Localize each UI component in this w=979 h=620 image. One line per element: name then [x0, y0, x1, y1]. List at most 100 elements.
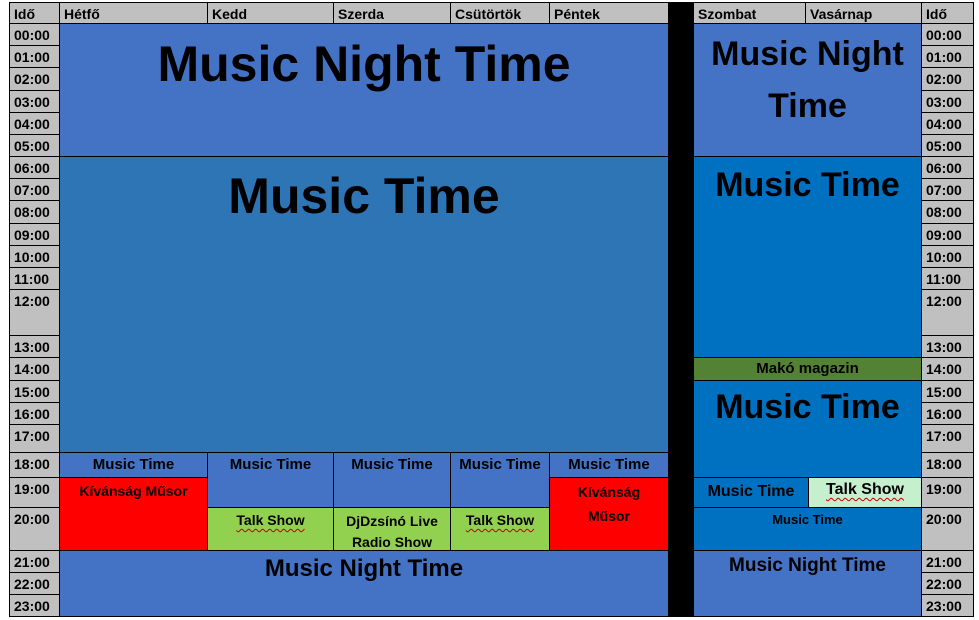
weekend-19-talk-label: Talk Show — [826, 481, 904, 498]
weekend-20-music-time: Music Time — [694, 508, 922, 551]
weekend-19-music-time: Music Time — [694, 478, 809, 508]
weekend-mako-label: Makó magazin — [756, 360, 859, 377]
time-right-16: 16:00 — [922, 403, 974, 425]
weekday-music-time-block: Music Time — [60, 157, 669, 453]
monday-18-music-time: Music Time — [60, 453, 208, 478]
time-left-09: 09:00 — [10, 224, 60, 246]
thursday-talk-label: Talk Show — [465, 512, 535, 528]
weekend-music-time-morning-label: Music Time — [715, 166, 900, 204]
weekend-night-top-label: Music Night Time — [711, 35, 904, 125]
friday-18-label: Music Time — [568, 456, 650, 473]
friday-kivansag-musor: Kívánság Műsor — [550, 478, 669, 551]
time-left-13: 13:00 — [10, 336, 60, 358]
friday-18-music-time: Music Time — [550, 453, 669, 478]
time-right-21: 21:00 — [922, 551, 974, 573]
weekend-night-bottom-block: Music Night Time — [694, 551, 922, 617]
tuesday-talk-label: Talk Show — [236, 512, 305, 528]
weekend-20-music-label: Music Time — [772, 512, 843, 527]
time-right-01: 01:00 — [922, 46, 974, 68]
header-szerda: Szerda — [334, 3, 451, 24]
time-left-12: 12:00 — [10, 290, 60, 336]
weekend-music-time-afternoon: Music Time — [694, 381, 922, 478]
time-left-14: 14:00 — [10, 358, 60, 381]
weekday-night-top-block: Music Night Time — [60, 24, 669, 157]
time-left-02: 02:00 — [10, 68, 60, 91]
wednesday-djdzsino-show: DjDzsínó Live Radio Show — [334, 508, 451, 551]
time-right-17: 17:00 — [922, 425, 974, 453]
header-kedd: Kedd — [208, 3, 334, 24]
time-right-13: 13:00 — [922, 336, 974, 358]
header-csutortok: Csütörtök — [451, 3, 550, 24]
time-left-07: 07:00 — [10, 179, 60, 201]
time-right-03: 03:00 — [922, 91, 974, 113]
time-left-15: 15:00 — [10, 381, 60, 403]
monday-kivansag-musor: Kívánság Műsor — [60, 478, 208, 551]
time-right-04: 04:00 — [922, 113, 974, 135]
thursday-18-music-time: Music Time — [451, 453, 550, 508]
time-left-00: 00:00 — [10, 24, 60, 46]
weekend-night-bottom-label: Music Night Time — [729, 555, 886, 576]
time-right-06: 06:00 — [922, 157, 974, 179]
time-right-05: 05:00 — [922, 135, 974, 157]
time-right-12: 12:00 — [922, 290, 974, 336]
time-left-04: 04:00 — [10, 113, 60, 135]
time-left-23: 23:00 — [10, 595, 60, 617]
tuesday-18-label: Music Time — [229, 456, 312, 473]
header-szombat: Szombat — [694, 3, 806, 24]
weekday-night-bottom-block: Music Night Time — [60, 551, 669, 617]
wednesday-18-music-time: Music Time — [334, 453, 451, 508]
time-right-07: 07:00 — [922, 179, 974, 201]
time-left-16: 16:00 — [10, 403, 60, 425]
time-left-05: 05:00 — [10, 135, 60, 157]
time-left-22: 22:00 — [10, 573, 60, 595]
time-right-10: 10:00 — [922, 246, 974, 268]
header-ido-left: Idő — [10, 3, 60, 24]
weekend-music-time-afternoon-label: Music Time — [715, 388, 900, 426]
time-left-03: 03:00 — [10, 91, 60, 113]
time-right-02: 02:00 — [922, 68, 974, 91]
header-hetfo: Hétfő — [60, 3, 208, 24]
monday-kivansag-label: Kívánság Műsor — [79, 483, 188, 499]
time-right-08: 08:00 — [922, 201, 974, 224]
time-right-11: 11:00 — [922, 268, 974, 290]
time-left-17: 17:00 — [10, 425, 60, 453]
time-left-20: 20:00 — [10, 508, 60, 551]
monday-18-label: Music Time — [92, 456, 175, 473]
weekday-music-time-label: Music Time — [228, 168, 500, 224]
thursday-talk-show: Talk Show — [451, 508, 550, 551]
time-left-18: 18:00 — [10, 453, 60, 478]
time-right-19: 19:00 — [922, 478, 974, 508]
header-vasarnap: Vasárnap — [806, 3, 922, 24]
time-right-00: 00:00 — [922, 24, 974, 46]
time-right-14: 14:00 — [922, 358, 974, 381]
tuesday-18-music-time: Music Time — [208, 453, 334, 508]
weekend-music-time-morning: Music Time — [694, 157, 922, 358]
wednesday-18-label: Music Time — [351, 456, 433, 473]
time-right-22: 22:00 — [922, 573, 974, 595]
time-left-08: 08:00 — [10, 201, 60, 224]
header-ido-right: Idő — [922, 3, 974, 24]
time-right-15: 15:00 — [922, 381, 974, 403]
weekend-mako-magazin: Makó magazin — [694, 358, 922, 381]
time-right-23: 23:00 — [922, 595, 974, 617]
weekend-19-music-label: Music Time — [707, 483, 795, 500]
time-left-11: 11:00 — [10, 268, 60, 290]
friday-kivansag-label: Kívánság Műsor — [577, 484, 641, 524]
time-right-09: 09:00 — [922, 224, 974, 246]
weekday-night-bottom-label: Music Night Time — [264, 555, 464, 582]
weekday-night-top-label: Music Night Time — [157, 36, 571, 92]
time-left-10: 10:00 — [10, 246, 60, 268]
thursday-18-label: Music Time — [459, 456, 541, 473]
tuesday-talk-show: Talk Show — [208, 508, 334, 551]
weekend-separator — [669, 3, 694, 617]
time-left-21: 21:00 — [10, 551, 60, 573]
header-pentek: Péntek — [550, 3, 669, 24]
time-right-20: 20:00 — [922, 508, 974, 551]
time-left-06: 06:00 — [10, 157, 60, 179]
weekend-19-talk-show: Talk Show — [809, 478, 922, 508]
time-left-01: 01:00 — [10, 46, 60, 68]
time-left-19: 19:00 — [10, 478, 60, 508]
wednesday-djdzsino-label: DjDzsínó Live Radio Show — [346, 513, 438, 550]
weekend-night-top-block: Music Night Time — [694, 24, 922, 157]
time-right-18: 18:00 — [922, 453, 974, 478]
